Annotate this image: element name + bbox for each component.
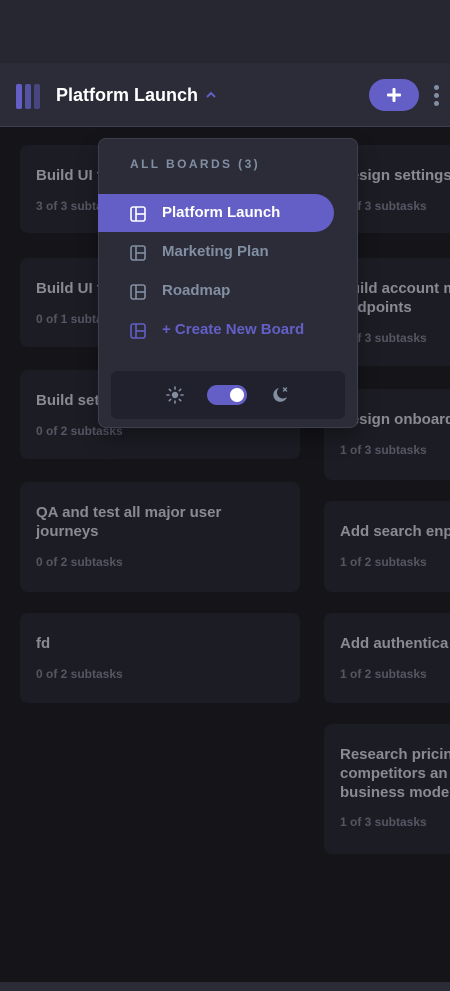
more-options-icon[interactable] <box>433 85 441 107</box>
board-icon <box>130 245 146 261</box>
task-subtasks: 0 of 2 subtasks <box>36 555 123 569</box>
task-subtasks: 1 of 2 subtasks <box>340 555 427 569</box>
moon-icon <box>273 387 288 402</box>
board-item-platform-launch[interactable]: Platform Launch <box>98 194 334 232</box>
sun-icon <box>166 386 184 404</box>
task-subtasks: 1 of 3 subtasks <box>340 443 427 457</box>
toggle-knob <box>230 388 244 402</box>
board-icon <box>130 206 146 222</box>
task-subtasks: 1 of 2 subtasks <box>340 667 427 681</box>
all-boards-heading: ALL BOARDS (3) <box>130 157 261 171</box>
task-card[interactable]: Add search enp 1 of 2 subtasks <box>324 501 450 592</box>
create-new-board-button[interactable]: + Create New Board <box>98 311 334 349</box>
plus-icon <box>387 88 401 102</box>
board-icon <box>130 323 146 339</box>
board-item-marketing-plan[interactable]: Marketing Plan <box>98 233 334 271</box>
top-bar <box>0 0 450 63</box>
task-subtasks: 1 of 3 subtasks <box>340 815 427 829</box>
task-card[interactable]: QA and test all major user journeys 0 of… <box>20 482 300 592</box>
task-title: Add search enp <box>340 523 450 540</box>
task-title: Research pricin competitors an business … <box>340 746 450 801</box>
board-item-roadmap[interactable]: Roadmap <box>98 272 334 310</box>
theme-toggle[interactable] <box>207 385 247 405</box>
logo-icon <box>16 84 40 109</box>
board-item-label: Roadmap <box>162 282 231 299</box>
board-item-label: Platform Launch <box>162 204 281 221</box>
task-title: Add authentica <box>340 635 449 652</box>
bottom-bar <box>0 982 450 991</box>
create-board-label: + Create New Board <box>162 321 305 338</box>
task-card[interactable]: fd 0 of 2 subtasks <box>20 613 300 703</box>
app-header: Platform Launch <box>0 63 450 127</box>
board-title[interactable]: Platform Launch <box>56 83 198 107</box>
add-task-button[interactable] <box>369 79 419 111</box>
board-icon <box>130 284 146 300</box>
task-subtasks: 0 of 2 subtasks <box>36 667 123 681</box>
board-switcher-menu: ALL BOARDS (3) Platform Launch Marketing… <box>98 138 358 428</box>
chevron-up-icon[interactable] <box>206 91 216 99</box>
task-card[interactable]: Add authentica 1 of 2 subtasks <box>324 613 450 703</box>
task-card[interactable]: Research pricin competitors an business … <box>324 724 450 854</box>
board-item-label: Marketing Plan <box>162 243 269 260</box>
task-title: QA and test all major user journeys <box>36 504 222 540</box>
task-title: fd <box>36 635 51 652</box>
theme-switcher <box>111 371 345 419</box>
